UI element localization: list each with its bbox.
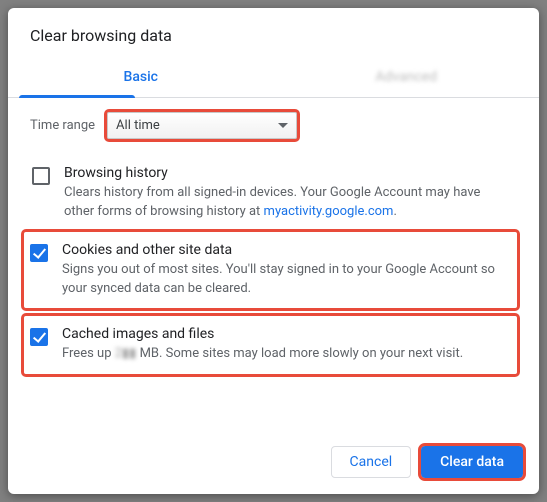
option-title: Browsing history [64, 165, 511, 181]
time-range-value: All time [116, 118, 160, 133]
option-cache: Cached images and files Frees up 2▮▮ MB.… [28, 316, 517, 374]
tab-advanced[interactable]: Advanced [274, 59, 540, 97]
dialog-title: Clear browsing data [8, 8, 539, 59]
myactivity-link[interactable]: myactivity.google.com [264, 204, 394, 219]
desc-text: MB. Some sites may load more slowly on y… [136, 346, 463, 361]
option-text: Cookies and other site data Signs you ou… [62, 242, 511, 299]
clear-browsing-data-dialog: Clear browsing data Basic Advanced Time … [8, 8, 539, 494]
option-title: Cached images and files [62, 326, 463, 342]
dialog-footer: Cancel Clear data [8, 432, 539, 494]
desc-text: . [393, 204, 396, 219]
checkbox-cookies[interactable] [30, 244, 48, 262]
time-range-row: Time range All time [30, 112, 517, 139]
checkbox-cache[interactable] [30, 328, 48, 346]
chevron-down-icon [278, 123, 288, 129]
option-text: Browsing history Clears history from all… [64, 165, 511, 222]
time-range-label: Time range [30, 118, 95, 133]
option-browsing-history: Browsing history Clears history from all… [30, 155, 517, 232]
option-desc: Frees up 2▮▮ MB. Some sites may load mor… [62, 345, 463, 364]
option-text: Cached images and files Frees up 2▮▮ MB.… [62, 326, 463, 364]
tab-basic[interactable]: Basic [8, 59, 274, 97]
cache-size: 2▮▮ [115, 346, 137, 361]
highlight-cookies: Cookies and other site data Signs you ou… [24, 232, 517, 309]
highlight-cache: Cached images and files Frees up 2▮▮ MB.… [24, 316, 517, 374]
time-range-select[interactable]: All time [107, 112, 297, 139]
checkbox-browsing-history[interactable] [32, 167, 50, 185]
option-desc: Signs you out of most sites. You'll stay… [62, 261, 511, 299]
dialog-body: Time range All time Browsing history Cle… [8, 98, 539, 432]
desc-text: Frees up [62, 346, 115, 361]
option-title: Cookies and other site data [62, 242, 511, 258]
clear-data-button[interactable]: Clear data [421, 446, 523, 478]
option-cookies: Cookies and other site data Signs you ou… [28, 232, 517, 309]
option-desc: Clears history from all signed-in device… [64, 184, 511, 222]
cancel-button[interactable]: Cancel [331, 446, 412, 478]
tabs: Basic Advanced [8, 59, 539, 98]
